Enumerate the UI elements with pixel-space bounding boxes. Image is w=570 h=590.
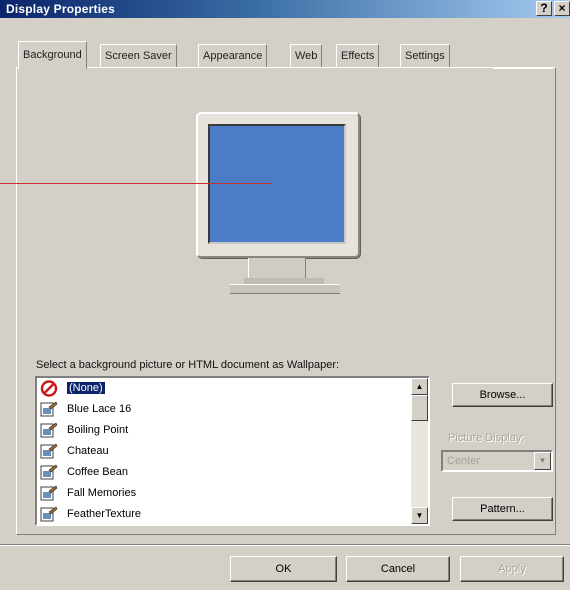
tab-effects[interactable]: Effects xyxy=(336,44,380,68)
list-scrollbar[interactable]: ▲ ▼ xyxy=(411,378,428,524)
list-item-label: Blue Lace 16 xyxy=(67,403,132,415)
list-item-boiling-point[interactable]: Boiling Point xyxy=(37,420,410,441)
list-item-blue-lace[interactable]: Blue Lace 16 xyxy=(37,399,410,420)
title-bar: Display Properties ? × xyxy=(0,0,570,18)
help-button[interactable]: ? xyxy=(536,1,552,16)
list-item-chateau[interactable]: Chateau xyxy=(37,441,410,462)
monitor-screen xyxy=(208,124,346,244)
picture-display-value: Center xyxy=(447,455,481,467)
ok-button[interactable]: OK xyxy=(230,556,337,582)
annotation-pointer-line xyxy=(0,183,272,184)
list-item-label: (None) xyxy=(67,382,105,394)
list-item-label: Fall Memories xyxy=(67,487,137,499)
list-item-label: Chateau xyxy=(67,445,109,457)
browse-button[interactable]: Browse... xyxy=(452,383,553,407)
picture-icon xyxy=(40,401,58,417)
wallpaper-list[interactable]: (None) Blue Lace 16 Boiling Point Chatea… xyxy=(35,376,430,526)
wallpaper-label: Select a background picture or HTML docu… xyxy=(36,359,340,371)
list-item-none[interactable]: (None) xyxy=(37,378,410,399)
pattern-button[interactable]: Pattern... xyxy=(452,497,553,521)
monitor-base xyxy=(230,284,340,294)
tab-web[interactable]: Web xyxy=(290,44,323,68)
tab-settings[interactable]: Settings xyxy=(400,44,450,68)
scroll-down-icon[interactable]: ▼ xyxy=(411,507,428,524)
window-title: Display Properties xyxy=(6,2,115,16)
picture-icon xyxy=(40,422,58,438)
picture-icon xyxy=(40,506,58,522)
tab-background[interactable]: Background xyxy=(18,41,87,69)
list-item-coffee-bean[interactable]: Coffee Bean xyxy=(37,462,410,483)
picture-icon xyxy=(40,443,58,459)
list-item-label: FeatherTexture xyxy=(67,508,141,520)
picture-icon xyxy=(40,464,58,480)
picture-display-select[interactable]: Center ▼ xyxy=(441,450,553,472)
tab-appearance[interactable]: Appearance xyxy=(198,44,268,68)
chevron-down-icon[interactable]: ▼ xyxy=(534,452,551,470)
apply-button[interactable]: Apply xyxy=(460,556,564,582)
picture-display-label: Picture Display: xyxy=(448,432,525,444)
cancel-button[interactable]: Cancel xyxy=(346,556,450,582)
scroll-thumb[interactable] xyxy=(411,395,428,421)
tab-screen-saver[interactable]: Screen Saver xyxy=(100,44,177,68)
none-icon xyxy=(40,380,58,397)
list-item-feather-texture[interactable]: FeatherTexture xyxy=(37,504,410,524)
list-item-label: Coffee Bean xyxy=(67,466,128,478)
footer-separator xyxy=(0,544,570,546)
tab-strip-filler xyxy=(493,44,553,69)
picture-icon xyxy=(40,485,58,501)
wallpaper-list-items: (None) Blue Lace 16 Boiling Point Chatea… xyxy=(37,378,410,524)
list-item-fall-memories[interactable]: Fall Memories xyxy=(37,483,410,504)
list-item-label: Boiling Point xyxy=(67,424,129,436)
scroll-up-icon[interactable]: ▲ xyxy=(411,378,428,395)
close-button[interactable]: × xyxy=(554,1,570,16)
